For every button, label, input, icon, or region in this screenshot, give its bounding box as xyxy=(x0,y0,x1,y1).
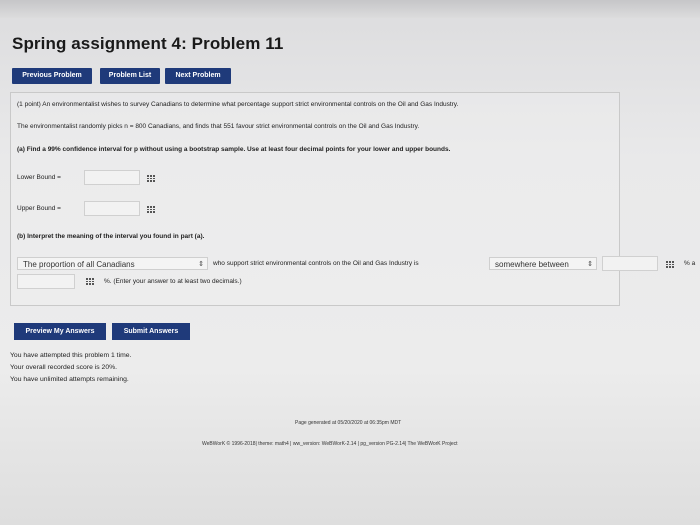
browser-top-bar xyxy=(0,0,700,18)
math-keypad-icon[interactable] xyxy=(86,278,94,285)
part-b-text: (b) Interpret the meaning of the interva… xyxy=(17,233,205,240)
select-arrow-icon: ⇕ xyxy=(198,261,204,268)
percent-lower-input[interactable] xyxy=(602,256,658,271)
select-arrow-icon: ⇕ xyxy=(587,261,593,268)
problem-intro: (1 point) An environmentalist wishes to … xyxy=(17,101,459,108)
lower-bound-label: Lower Bound = xyxy=(17,174,61,181)
problem-data-line: The environmentalist randomly picks n = … xyxy=(17,123,420,130)
interpretation-text: who support strict environmental control… xyxy=(213,260,419,267)
next-problem-button[interactable]: Next Problem xyxy=(165,68,231,84)
page-generated-text: Page generated at 05/20/2020 at 06:35pm … xyxy=(295,420,402,426)
upper-bound-label: Upper Bound = xyxy=(17,205,61,212)
enter-hint-text: %. (Enter your answer to at least two de… xyxy=(104,278,242,285)
problem-list-button[interactable]: Problem List xyxy=(100,68,160,84)
math-keypad-icon[interactable] xyxy=(147,206,155,213)
range-select[interactable]: somewhere between ⇕ xyxy=(489,257,597,270)
lower-bound-input[interactable] xyxy=(84,170,140,185)
population-select-value: The proportion of all Canadians xyxy=(23,260,135,269)
math-keypad-icon[interactable] xyxy=(147,175,155,182)
percent-and-text: % a xyxy=(684,260,696,267)
part-a-text: (a) Find a 99% confidence interval for p… xyxy=(17,146,451,153)
math-keypad-icon[interactable] xyxy=(666,261,674,268)
attempts-remaining-text: You have unlimited attempts remaining. xyxy=(10,376,129,383)
previous-problem-button[interactable]: Previous Problem xyxy=(12,68,92,84)
attempt-count-text: You have attempted this problem 1 time. xyxy=(10,352,132,359)
page-title: Spring assignment 4: Problem 11 xyxy=(12,34,284,53)
webwork-page: Spring assignment 4: Problem 11 Previous… xyxy=(0,0,700,525)
upper-bound-input[interactable] xyxy=(84,201,140,216)
submit-answers-button[interactable]: Submit Answers xyxy=(112,323,190,340)
preview-answers-button[interactable]: Preview My Answers xyxy=(14,323,106,340)
recorded-score-text: Your overall recorded score is 20%. xyxy=(10,364,118,371)
population-select[interactable]: The proportion of all Canadians ⇕ xyxy=(17,257,208,270)
range-select-value: somewhere between xyxy=(495,260,569,269)
footer-credits: WeBWorK © 1996-2018| theme: math4 | ww_v… xyxy=(202,441,458,447)
percent-upper-input[interactable] xyxy=(17,274,75,289)
